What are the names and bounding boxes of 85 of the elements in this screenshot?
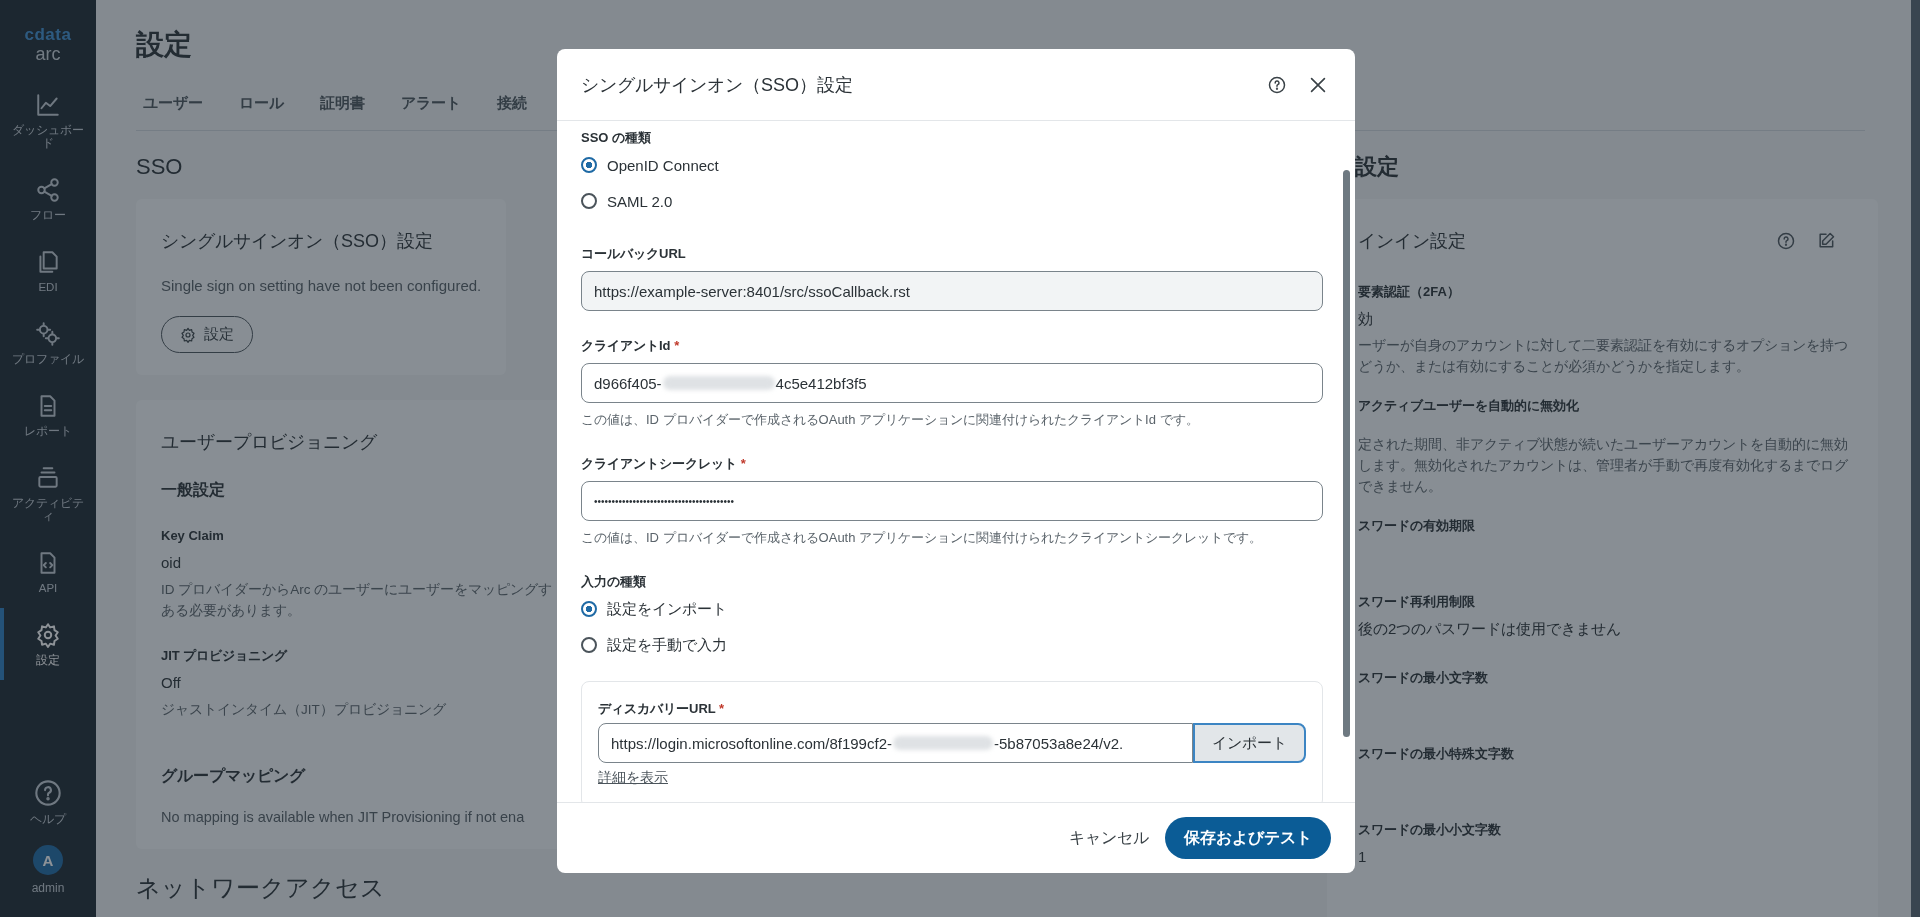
details-link[interactable]: 詳細を表示 [598, 769, 668, 787]
help-text: この値は、ID プロバイダーで作成されるOAuth アプリケーションに関連付けられたクライアントシークレットです。 [581, 529, 1264, 547]
nav-item[interactable]: フロー [0, 163, 96, 235]
status-text: No mapping is available when JIT Provisioning if not ena [161, 809, 525, 825]
field-value: oid [161, 553, 182, 573]
help-icon [34, 779, 62, 807]
help-icon [1267, 74, 1287, 95]
product-name: arc [35, 44, 61, 64]
subsection-title: 一般設定 [161, 480, 225, 500]
setting-label: スワード再利用制限 [1358, 593, 1475, 611]
field-label: SSO の種類 [581, 129, 653, 147]
setting-label: スワードの有効期限 [1358, 517, 1475, 535]
nav-item[interactable]: ヘルプ [0, 765, 96, 839]
setting-value: 後の2つのパスワードは使用できません [1358, 619, 1622, 639]
setting-label: スワードの最小特殊文字数 [1358, 745, 1514, 763]
field-description: ID プロバイダーからArc のユーザーにユーザーをマッピングす [161, 581, 553, 599]
field-label: ディスカバリーURL * [598, 700, 726, 718]
setting-value: 効 [1358, 309, 1373, 329]
chart-icon [35, 92, 61, 118]
import-button[interactable]: インポート [1193, 723, 1306, 763]
radio-option[interactable]: 設定を手動で入力 [581, 627, 1323, 663]
nav-item[interactable]: API [0, 536, 96, 608]
edit-icon [1816, 231, 1836, 251]
field-label: Key Claim [161, 527, 224, 545]
settings-icon [180, 326, 196, 343]
nav-item[interactable]: プロファイル [0, 307, 96, 379]
setting-label: アクティブユーザーを自動的に無効化 [1358, 397, 1579, 415]
save-and-test-button[interactable]: 保存およびテスト [1165, 817, 1331, 859]
setting-value: 1 [1358, 847, 1367, 867]
gears-icon [35, 321, 61, 347]
setting-description: できません。 [1358, 478, 1442, 496]
input-field[interactable]: d966f405- 4c5e412bf3f5 [581, 363, 1323, 403]
setting-label: 要素認証（2FA） [1358, 283, 1460, 301]
tab[interactable]: 接続 [490, 86, 534, 130]
section-title: SSO [136, 153, 183, 181]
nav-item[interactable]: ダッシュボード [0, 78, 96, 163]
field-label: コールバックURL [581, 245, 687, 263]
field-value: Off [161, 673, 181, 693]
tab[interactable]: ロール [232, 86, 291, 130]
settings-icon [35, 622, 61, 648]
help-icon [1776, 231, 1796, 251]
required-mark: * [740, 456, 746, 471]
nav-item[interactable]: レポート [0, 379, 96, 451]
logo: cdata [24, 26, 72, 44]
field-description: ジャストインタイム（JIT）プロビジョニング [161, 701, 446, 719]
required-mark: * [719, 701, 725, 716]
field-label: JIT プロビジョニング [161, 647, 288, 665]
help-text: この値は、ID プロバイダーで作成されるOAuth アプリケーションに関連付けられたクライアントId です。 [581, 411, 1200, 429]
section-title: 設定 [1354, 153, 1400, 181]
cancel-button[interactable]: キャンセル [1065, 819, 1153, 857]
user-name: admin [31, 881, 65, 895]
setting-label: スワードの最小小文字数 [1358, 821, 1501, 839]
card-title: インイン設定 [1358, 230, 1466, 253]
tab[interactable]: アラート [394, 86, 468, 130]
input-field[interactable]: https://example-server:8401/src/ssoCallback.rst [581, 271, 1323, 311]
page-title: 設定 [136, 28, 193, 62]
field-label: 入力の種類 [581, 573, 647, 591]
setting-label: スワードの最小文字数 [1358, 669, 1488, 687]
avatar[interactable]: A [33, 845, 63, 875]
password-field[interactable]: •••••••••••••••••••••••••••••••••••••••• [581, 481, 1323, 521]
stack-icon [35, 465, 61, 491]
card-title: ユーザープロビジョニング [161, 431, 377, 454]
required-mark: * [674, 338, 680, 353]
nav-item[interactable]: 設定 [0, 608, 96, 680]
card-title: シングルサインオン（SSO）設定 [161, 230, 433, 253]
share-icon [35, 177, 61, 203]
radio-option[interactable]: 設定をインポート [581, 591, 1323, 627]
input-field[interactable]: https://login.microsoftonline.com/8f199cf2- -5b87053a8e24/v2. [598, 723, 1193, 763]
nav-item[interactable]: アクティビティ [0, 451, 96, 536]
setting-description: ーザーが自身のアカウントに対して二要素認証を有効にするオプションを持つ [1358, 337, 1848, 355]
setting-description: 定された期間、非アクティブ状態が続いたユーザーアカウントを自動的に無効 [1358, 436, 1848, 454]
tab[interactable]: 証明書 [313, 86, 372, 130]
status-text: Single sign on setting have not been configured. [161, 277, 482, 294]
field-label: クライアントシークレット * [581, 455, 747, 473]
setting-description: どうか、または有効にすることが必須かどうかを指定します。 [1358, 358, 1750, 376]
radio-option[interactable]: OpenID Connect [581, 147, 1323, 183]
subsection-title: グループマッピング [161, 766, 305, 786]
tab[interactable]: ユーザー [136, 86, 210, 130]
setting-description: します。無効化されたアカウントは、管理者が手動で再度有効化するまでログ [1358, 457, 1848, 475]
radio-option[interactable]: SAML 2.0 [581, 183, 1323, 219]
field-description: ある必要があります。 [161, 602, 301, 620]
dialog-title: シングルサインオン（SSO）設定 [581, 73, 854, 97]
field-label: クライアントId * [581, 337, 681, 355]
nav-item[interactable]: EDI [0, 235, 96, 307]
section-title: ネットワークアクセス [136, 874, 385, 902]
